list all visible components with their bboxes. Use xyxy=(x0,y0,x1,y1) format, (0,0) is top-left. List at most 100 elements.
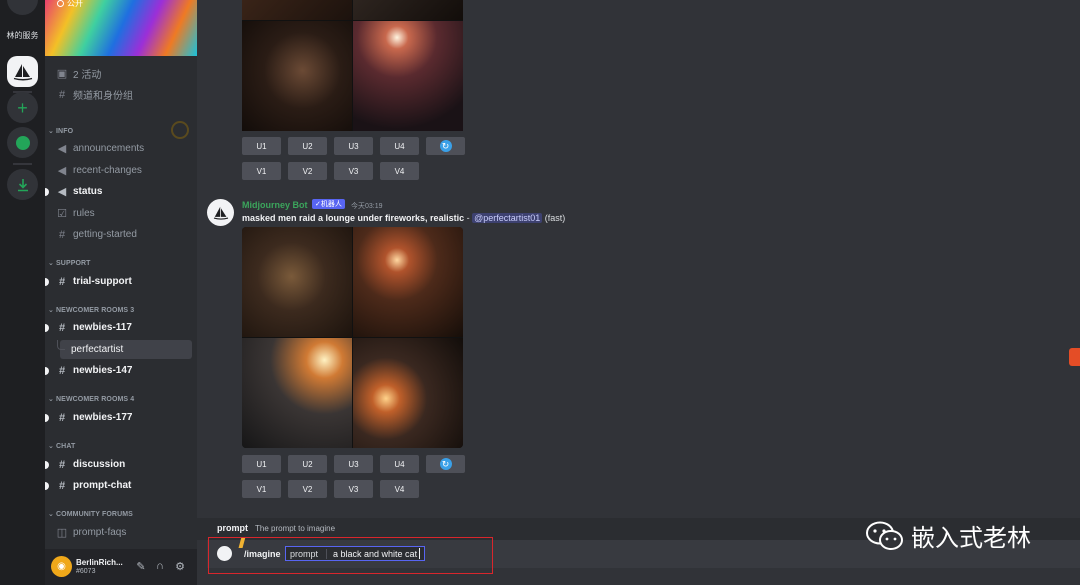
unread-indicator xyxy=(45,324,49,332)
channel-rules[interactable]: ☑ rules xyxy=(53,204,193,223)
user-mention[interactable]: @perfectartist01 xyxy=(472,213,543,223)
thread-perfectartist[interactable]: perfectartist xyxy=(57,340,192,359)
image-tile-1 xyxy=(242,227,352,337)
reroll-button[interactable]: ↻ xyxy=(426,137,465,155)
channel-newbies-147[interactable]: # newbies-147 xyxy=(45,361,193,380)
variation-button-row: V1 V2 V3 V4 xyxy=(242,480,419,498)
add-server-button[interactable]: + xyxy=(7,92,38,123)
category-community-forums[interactable]: ⌄ COMMUNITY FORUMS xyxy=(48,510,133,518)
server-banner: 公开 xyxy=(45,0,197,56)
avatar[interactable]: ◉ xyxy=(51,556,72,577)
u1-button[interactable]: U1 xyxy=(242,137,281,155)
megaphone-icon: ◀ xyxy=(57,165,67,177)
category-label: NEWCOMER ROOMS 3 xyxy=(56,307,135,314)
channel-getting-started[interactable]: # getting-started xyxy=(53,225,193,244)
unread-indicator xyxy=(45,367,49,375)
u1-button[interactable]: U1 xyxy=(242,455,281,473)
forum-icon: ◫ xyxy=(56,527,68,539)
loading-spinner xyxy=(171,121,189,139)
server-label[interactable]: 林的服务 xyxy=(0,30,45,41)
unread-indicator xyxy=(45,188,49,196)
message-timestamp: 今天03:19 xyxy=(351,203,383,210)
channel-discussion[interactable]: # discussion xyxy=(45,455,193,474)
u3-button[interactable]: U3 xyxy=(334,137,373,155)
midjourney-server-icon[interactable] xyxy=(7,56,38,87)
discord-home-button[interactable] xyxy=(7,0,38,15)
explore-servers-button[interactable] xyxy=(7,127,38,158)
channel-prompt-faqs[interactable]: ◫ prompt-faqs xyxy=(53,523,193,542)
deafen-button[interactable]: ∩ xyxy=(153,559,167,573)
reroll-button[interactable]: ↻ xyxy=(426,455,465,473)
u2-button[interactable]: U2 xyxy=(288,455,327,473)
v1-button[interactable]: V1 xyxy=(242,162,281,180)
download-apps-button[interactable] xyxy=(7,169,38,200)
html5-badge xyxy=(1069,348,1080,366)
thread-name: perfectartist xyxy=(71,344,124,355)
channel-name: getting-started xyxy=(73,229,137,240)
u4-button[interactable]: U4 xyxy=(380,455,419,473)
channel-prompt-chat[interactable]: # prompt-chat xyxy=(45,476,193,495)
sidebar-item-channels-roles[interactable]: # 频道和身份组 xyxy=(53,85,193,104)
sidebar-item-events[interactable]: ▣ 2 活动 xyxy=(53,64,193,83)
refresh-icon: ↻ xyxy=(439,458,452,470)
channel-name: rules xyxy=(73,208,95,219)
category-label: INFO xyxy=(56,128,74,135)
image-tile-2 xyxy=(353,227,463,337)
image-tile xyxy=(242,21,352,131)
bot-username[interactable]: Midjourney Bot xyxy=(242,200,308,210)
v4-button[interactable]: V4 xyxy=(380,480,419,498)
category-chat[interactable]: ⌄ CHAT xyxy=(48,442,75,450)
u3-button[interactable]: U3 xyxy=(334,455,373,473)
channel-newbies-117[interactable]: # newbies-117 xyxy=(45,318,193,337)
gear-icon: ⚙ xyxy=(175,560,185,573)
v3-button[interactable]: V3 xyxy=(334,480,373,498)
mute-microphone-button[interactable]: ✎ xyxy=(134,559,148,573)
channel-recent-changes[interactable]: ◀ recent-changes xyxy=(53,161,193,180)
channel-status[interactable]: ◀ status xyxy=(45,182,193,201)
v3-button[interactable]: V3 xyxy=(334,162,373,180)
user-settings-button[interactable]: ⚙ xyxy=(173,559,187,573)
megaphone-icon: ◀ xyxy=(57,186,67,198)
channel-announcements[interactable]: ◀ announcements xyxy=(53,139,193,158)
chat-area: U1 U2 U3 U4 ↻ V1 V2 V3 V4 Midjourney Bot… xyxy=(197,0,1080,585)
wechat-icon xyxy=(866,521,903,550)
microphone-muted-icon: ✎ xyxy=(136,560,146,573)
thread-hashtag-icon: # xyxy=(58,458,66,471)
watermark-text: 嵌入式老林 xyxy=(911,524,1031,552)
image-tile-4 xyxy=(353,338,463,448)
v1-button[interactable]: V1 xyxy=(242,480,281,498)
result-image-grid[interactable] xyxy=(242,227,463,448)
channel-sidebar: 公开 ▣ 2 活动 # 频道和身份组 ⌄ INFO ◀ announcement… xyxy=(45,0,197,585)
category-label: SUPPORT xyxy=(56,260,91,267)
category-support[interactable]: ⌄ SUPPORT xyxy=(48,259,91,267)
unread-indicator xyxy=(45,461,49,469)
channel-trial-support[interactable]: # trial-support xyxy=(45,272,193,291)
image-tile xyxy=(353,0,463,20)
rail-separator xyxy=(13,163,32,165)
v2-button[interactable]: V2 xyxy=(288,162,327,180)
bot-avatar[interactable] xyxy=(207,199,234,226)
category-newcomer-rooms-3[interactable]: ⌄ NEWCOMER ROOMS 3 xyxy=(48,306,134,314)
v2-button[interactable]: V2 xyxy=(288,480,327,498)
channel-name: prompt-chat xyxy=(73,480,132,491)
previous-image-grid[interactable] xyxy=(242,0,463,131)
category-info[interactable]: ⌄ INFO xyxy=(48,127,73,135)
channel-newbies-177[interactable]: # newbies-177 xyxy=(45,408,193,427)
prompt-text: masked men raid a lounge under fireworks… xyxy=(242,213,465,223)
u2-button[interactable]: U2 xyxy=(288,137,327,155)
unread-indicator xyxy=(45,278,49,286)
upscale-button-row: U1 U2 U3 U4 ↻ xyxy=(242,455,465,473)
hashtag-icon: # xyxy=(58,275,66,288)
public-label: 公开 xyxy=(67,0,83,8)
u4-button[interactable]: U4 xyxy=(380,137,419,155)
user-name[interactable]: BerlinRich... xyxy=(76,558,123,567)
category-newcomer-rooms-4[interactable]: ⌄ NEWCOMER ROOMS 4 xyxy=(48,395,134,403)
checkbox-icon: ☑ xyxy=(57,208,67,220)
channel-name: discussion xyxy=(73,459,126,470)
channel-name: newbies-147 xyxy=(73,365,133,376)
calendar-icon: ▣ xyxy=(56,68,68,80)
sailboat-icon xyxy=(213,206,228,220)
headphones-icon: ∩ xyxy=(156,560,164,572)
discord-logo-icon: ◉ xyxy=(57,561,66,572)
v4-button[interactable]: V4 xyxy=(380,162,419,180)
